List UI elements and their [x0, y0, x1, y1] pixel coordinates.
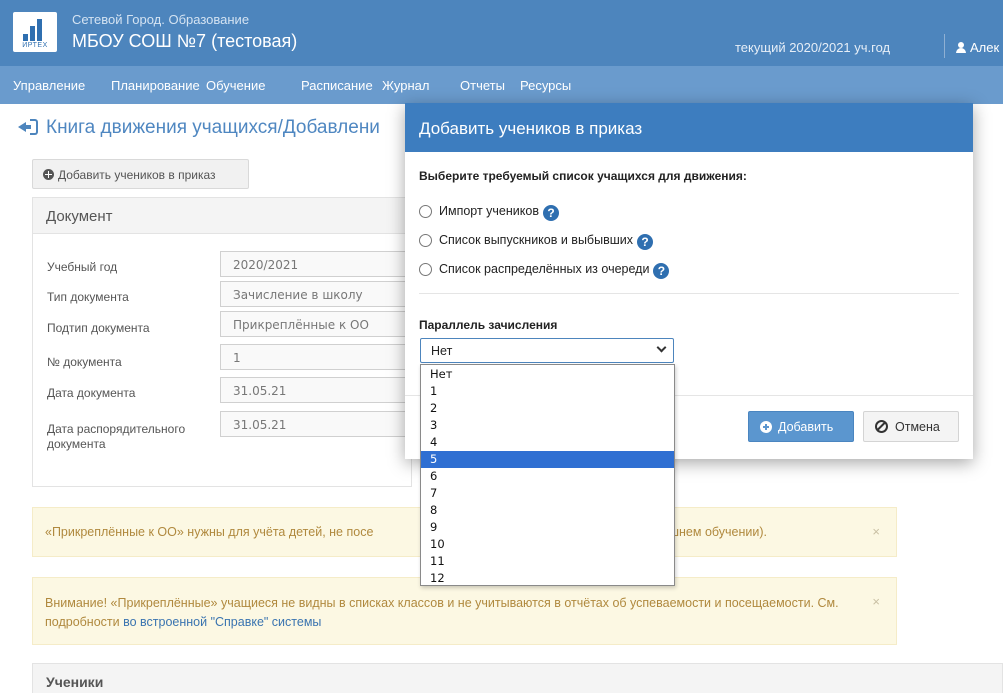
dropdown-option[interactable]: 1 [421, 383, 674, 400]
warning-alert-attached: Внимание! «Прикреплённые» учащиеся не ви… [32, 577, 897, 645]
user-menu[interactable]: Алек [956, 40, 999, 55]
top-header: ИРТЕХ Сетевой Город. Образование МБОУ СО… [0, 0, 1003, 66]
dropdown-option[interactable]: 4 [421, 434, 674, 451]
dropdown-option[interactable]: Нет [421, 366, 674, 383]
help-icon[interactable]: ? [636, 234, 653, 250]
radio-import-text: Импорт учеников [439, 204, 539, 218]
dropdown-option[interactable]: 8 [421, 502, 674, 519]
logo-text: ИРТЕХ [22, 42, 48, 49]
nav-item-resources[interactable]: Ресурсы [520, 78, 571, 93]
field-doc-date[interactable]: 31.05.21 [220, 377, 412, 403]
add-students-label: Добавить учеников в приказ [58, 168, 216, 182]
dropdown-option[interactable]: 10 [421, 536, 674, 553]
dropdown-option[interactable]: 11 [421, 553, 674, 570]
nav-item-learning[interactable]: Обучение [206, 78, 265, 93]
radio-queue[interactable] [419, 263, 432, 276]
field-label-doc-subtype: Подтип документа [47, 321, 150, 335]
field-doc-number[interactable]: 1 [220, 344, 412, 370]
field-doc-subtype[interactable]: Прикреплённые к ОО [220, 311, 412, 337]
add-button[interactable]: Добавить [748, 411, 854, 442]
app-name: Сетевой Город. Образование [72, 12, 250, 27]
field-school-year[interactable]: 2020/2021 [220, 251, 412, 277]
radio-graduates[interactable] [419, 234, 432, 247]
dropdown-option[interactable]: 12 [421, 570, 674, 587]
dropdown-option[interactable]: 9 [421, 519, 674, 536]
document-title: Документ [46, 208, 113, 225]
pupils-title: Ученики [46, 674, 104, 690]
alert-text-left: «Прикреплённые к ОО» нужны для учёта дет… [45, 525, 374, 539]
radio-import[interactable] [419, 205, 432, 218]
plus-circle-icon [760, 421, 772, 433]
help-link[interactable]: во встроенной "Справке" системы [123, 615, 321, 629]
nav-item-management[interactable]: Управление [13, 78, 85, 93]
field-label-doc-number: № документа [47, 355, 122, 369]
field-label-doc-date: Дата документа [47, 386, 136, 400]
parallel-select[interactable]: Нет [420, 338, 674, 363]
close-icon[interactable]: × [872, 592, 880, 611]
user-icon [956, 42, 966, 53]
nav-item-journal[interactable]: Журнал [382, 78, 429, 93]
dropdown-option[interactable]: 3 [421, 417, 674, 434]
document-panel-header: Документ [33, 198, 411, 234]
add-students-button[interactable]: Добавить учеников в приказ [32, 159, 249, 189]
alert-warning-text: Внимание! «Прикреплённые» учащиеся не ви… [45, 594, 865, 632]
pupils-panel: Ученики [32, 663, 1003, 693]
parallel-label: Параллель зачисления [419, 318, 558, 332]
help-icon[interactable]: ? [542, 205, 559, 221]
modal-header: Добавить учеников в приказ [405, 103, 973, 152]
help-icon[interactable]: ? [653, 263, 670, 279]
field-label-doc-type: Тип документа [47, 290, 129, 304]
parallel-select-value: Нет [431, 344, 453, 358]
radio-graduates-text: Список выпускников и выбывших [439, 233, 633, 247]
page-title: Книга движения учащихся/Добавлени [46, 117, 380, 138]
alert-text-right: шнем обучении). [669, 525, 768, 539]
cancel-button-label: Отмена [895, 420, 940, 434]
page: ИРТЕХ Сетевой Город. Образование МБОУ СО… [0, 0, 1003, 693]
modal-question: Выберите требуемый список учащихся для д… [419, 169, 747, 183]
plus-circle-icon [43, 169, 54, 180]
radio-label-graduates[interactable]: Список выпускников и выбывших? [439, 233, 653, 250]
user-name: Алек [970, 40, 1000, 55]
modal-divider [419, 293, 959, 294]
close-icon[interactable]: × [872, 522, 880, 541]
field-doc-type[interactable]: Зачисление в школу [220, 281, 412, 307]
document-panel: Документ Учебный год 2020/2021 Тип докум… [32, 197, 412, 487]
main-nav: Управление Планирование Обучение Расписа… [0, 66, 1003, 104]
nav-item-reports[interactable]: Отчеты [460, 78, 505, 93]
radio-label-queue[interactable]: Список распределённых из очереди? [439, 262, 670, 279]
irtech-logo[interactable]: ИРТЕХ [13, 12, 57, 52]
cancel-button[interactable]: Отмена [863, 411, 959, 442]
field-label-order-date: Дата распорядительного документа [47, 422, 186, 451]
radio-queue-text: Список распределённых из очереди [439, 262, 650, 276]
dropdown-option[interactable]: 2 [421, 400, 674, 417]
nav-item-schedule[interactable]: Расписание [301, 78, 373, 93]
school-name[interactable]: МБОУ СОШ №7 (тестовая) [72, 31, 297, 52]
current-year[interactable]: текущий 2020/2021 уч.год [735, 40, 890, 55]
ban-icon [875, 420, 888, 433]
chevron-down-icon [656, 342, 667, 353]
nav-item-planning[interactable]: Планирование [111, 78, 200, 93]
parallel-dropdown-list: Нет 1 2 3 4 5 6 7 8 9 10 11 12 [420, 364, 675, 586]
field-order-date[interactable]: 31.05.21 [220, 411, 412, 437]
field-label-school-year: Учебный год [47, 260, 118, 274]
add-button-label: Добавить [778, 420, 834, 434]
header-divider [944, 34, 945, 58]
dropdown-option[interactable]: 6 [421, 468, 674, 485]
back-icon[interactable] [18, 119, 38, 135]
dropdown-option-selected[interactable]: 5 [421, 451, 674, 468]
dropdown-option[interactable]: 7 [421, 485, 674, 502]
modal-title: Добавить учеников в приказ [419, 119, 643, 138]
radio-label-import[interactable]: Импорт учеников? [439, 204, 559, 221]
